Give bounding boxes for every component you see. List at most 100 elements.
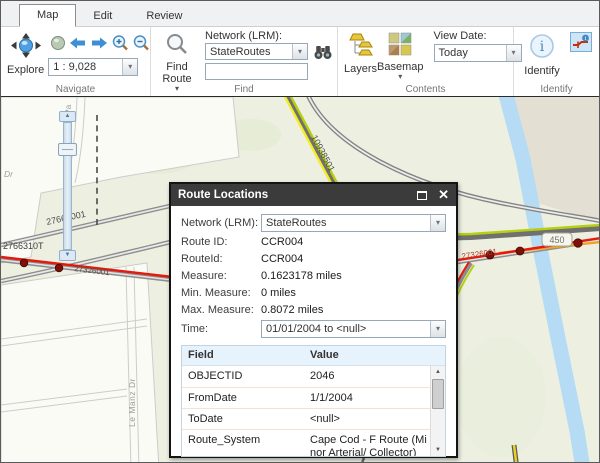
group-navigate: Explore [1, 27, 151, 96]
slider-thumb[interactable] [58, 143, 77, 156]
slider-track[interactable] [63, 122, 72, 250]
route-id-label: Route ID: [181, 236, 261, 248]
table-scrollbar[interactable]: ▲ ▼ [430, 366, 445, 456]
field-column-header: Field [182, 346, 306, 365]
explore-button[interactable]: Explore [7, 30, 44, 76]
map-scale-combobox[interactable]: 1 : 9,028 ▾ [48, 58, 138, 76]
back-arrow-icon[interactable] [69, 36, 87, 50]
table-row[interactable]: OBJECTID 2046 [182, 366, 434, 388]
routeid-label: RouteId: [181, 253, 261, 265]
network-lrm-value: StateRoutes [206, 44, 292, 59]
slider-down-button[interactable]: ▼ [59, 250, 76, 261]
navigate-group-label: Navigate [1, 84, 150, 95]
globe-icon[interactable] [50, 35, 66, 51]
identify-group-label: Identify [514, 84, 599, 95]
route-id-value: CCR004 [261, 236, 303, 248]
min-measure-label: Min. Measure: [181, 287, 261, 299]
attribute-table: Field Value OBJECTID 2046 FromDate 1/1/2… [181, 345, 446, 457]
min-measure-value: 0 miles [261, 287, 296, 299]
max-measure-value: 0.8072 miles [261, 304, 323, 316]
explore-icon [10, 32, 42, 62]
tab-map[interactable]: Map [19, 4, 76, 27]
scroll-down-icon[interactable]: ▼ [431, 444, 445, 456]
route-shield-450: 450 [549, 235, 564, 245]
zoom-out-icon[interactable] [132, 34, 150, 52]
basemap-icon [388, 32, 412, 59]
table-row[interactable]: ToDate <null> [182, 409, 434, 430]
street-label-le-manz-dr: Le Manz Dr [127, 378, 137, 427]
zoom-in-icon[interactable] [111, 34, 129, 52]
table-row[interactable]: Route_System Cape Cod - F Route (Mi nor … [182, 430, 434, 457]
max-measure-label: Max. Measure: [181, 304, 261, 316]
dlg-network-value: StateRoutes [262, 215, 430, 231]
chevron-down-icon: ▾ [430, 215, 445, 231]
group-contents: Layers Basemap ▾ View Date: [338, 27, 514, 96]
chevron-down-icon: ▾ [122, 59, 137, 75]
street-label-dr: Dr [4, 169, 14, 179]
view-date-value: Today [435, 45, 506, 61]
field-cell: Route_System [182, 430, 306, 457]
layers-icon [349, 32, 373, 61]
slider-ticks [96, 115, 98, 225]
route-search-input[interactable] [205, 63, 308, 80]
network-lrm-label: Network (LRM): [205, 30, 333, 42]
field-cell: FromDate [182, 388, 306, 408]
forward-arrow-icon[interactable] [90, 36, 108, 50]
measure-label: Measure: [181, 270, 261, 282]
explore-label: Explore [7, 64, 44, 76]
table-row[interactable]: FromDate 1/1/2004 [182, 388, 434, 409]
svg-text:i: i [540, 39, 545, 55]
scrollbar-thumb[interactable] [432, 379, 444, 409]
close-icon[interactable]: ✕ [438, 189, 449, 201]
layers-button[interactable]: Layers [344, 30, 377, 75]
find-group-label: Find [151, 84, 337, 95]
slider-up-button[interactable]: ▲ [59, 111, 76, 122]
dialog-title: Route Locations [178, 189, 268, 201]
value-cell: 1/1/2004 [306, 388, 434, 408]
tab-edit[interactable]: Edit [76, 6, 129, 27]
dlg-network-combobox[interactable]: StateRoutes ▾ [261, 214, 446, 232]
map-scale-value: 1 : 9,028 [49, 59, 122, 75]
find-route-button[interactable]: Find Route ▾ [157, 30, 197, 92]
map-canvas[interactable]: 450 27663001 2766310T 27326001 10938501 … [1, 96, 600, 463]
measure-value: 0.1623178 miles [261, 270, 342, 282]
time-label: Time: [181, 323, 261, 335]
basemap-button[interactable]: Basemap ▾ [377, 30, 423, 80]
ribbon: Explore [1, 27, 599, 96]
view-date-label: View Date: [434, 30, 522, 42]
contents-group-label: Contents [338, 84, 513, 95]
dlg-network-label: Network (LRM): [181, 217, 261, 229]
maximize-icon[interactable] [417, 191, 427, 200]
chevron-down-icon: ▾ [292, 44, 307, 59]
time-combobox[interactable]: 01/01/2004 to <null> ▾ [261, 320, 446, 338]
group-identify: i Identify i Identify [514, 27, 599, 96]
value-cell: 2046 [306, 366, 434, 387]
group-find: Find Route ▾ Network (LRM): StateRoutes … [151, 27, 338, 96]
find-route-label: Find Route [157, 61, 197, 85]
view-date-combobox[interactable]: Today ▾ [434, 44, 522, 62]
identify-label: Identify [524, 65, 559, 77]
route-locations-dialog: Route Locations ✕ Network (LRM): StateRo… [169, 182, 458, 458]
value-cell: Cape Cod - F Route (Mi nor Arterial/ Col… [306, 430, 434, 457]
field-cell: ToDate [182, 409, 306, 429]
scroll-up-icon[interactable]: ▲ [431, 366, 445, 378]
binoculars-icon[interactable] [313, 44, 333, 60]
value-column-header: Value [306, 346, 445, 365]
route-label-2766310T: 2766310T [3, 241, 44, 251]
ribbon-tabstrip: Map Edit Review [1, 1, 599, 27]
tab-review[interactable]: Review [129, 6, 199, 27]
application-window: Map Edit Review Explore [0, 0, 600, 463]
field-cell: OBJECTID [182, 366, 306, 387]
dialog-titlebar[interactable]: Route Locations ✕ [171, 184, 456, 206]
map-zoom-slider: ▲ ▼ [58, 111, 82, 261]
value-cell: <null> [306, 409, 434, 429]
identify-button[interactable]: i Identify [520, 30, 564, 77]
svg-text:i: i [585, 36, 587, 42]
route-location-icon: i [572, 34, 590, 50]
routeid-value: CCR004 [261, 253, 303, 265]
table-header: Field Value [182, 346, 445, 366]
network-lrm-combobox[interactable]: StateRoutes ▾ [205, 43, 308, 60]
identify-route-locations-toggle[interactable]: i [570, 32, 592, 52]
identify-icon: i [528, 32, 556, 63]
layers-label: Layers [344, 63, 377, 75]
